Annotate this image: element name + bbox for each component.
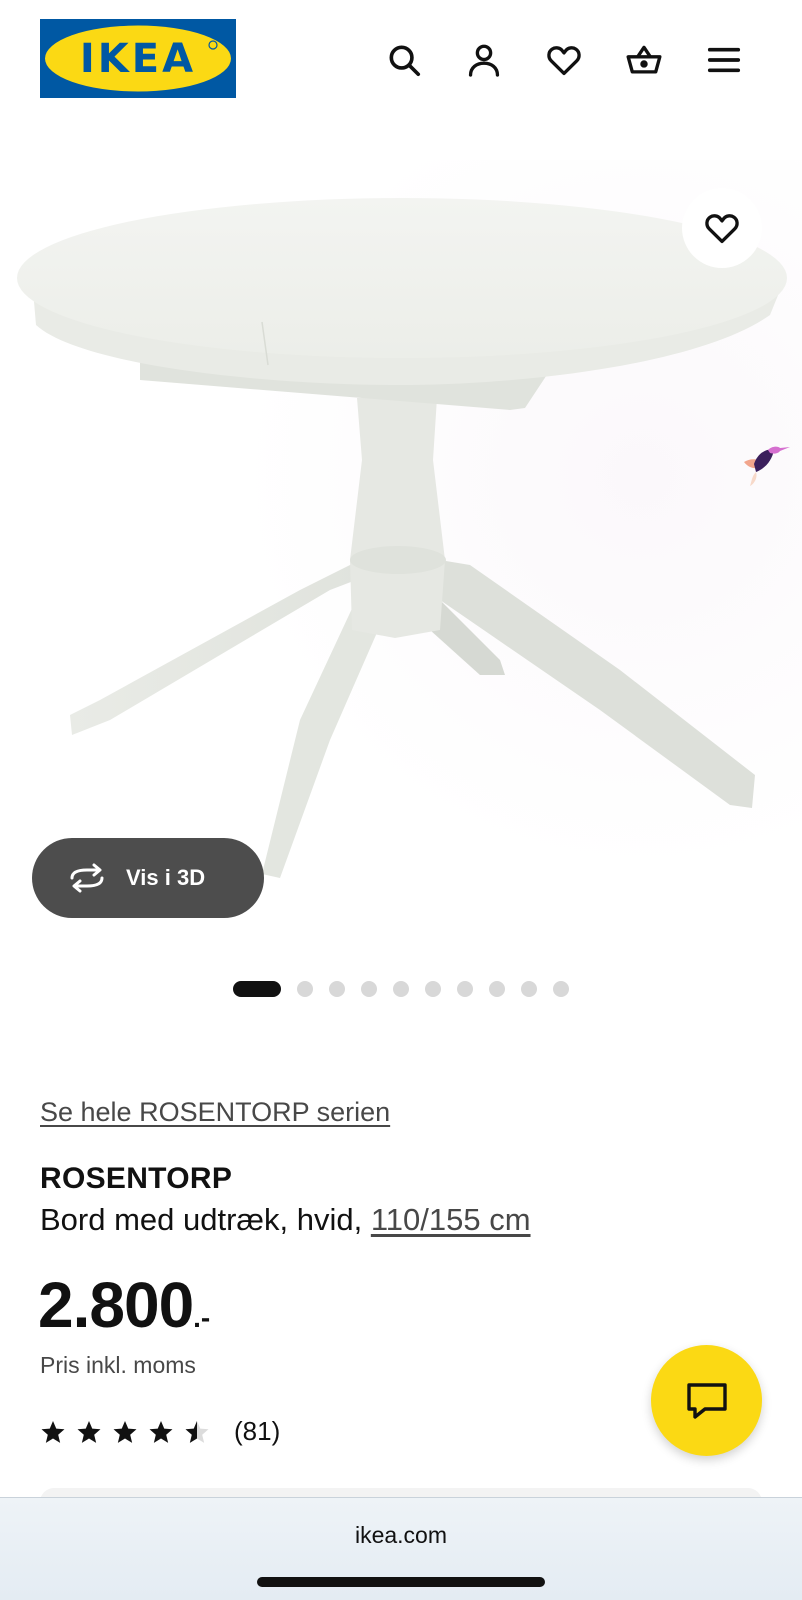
- price-suffix: .-: [193, 1302, 211, 1333]
- product-description-text: Bord med udtræk, hvid,: [40, 1202, 371, 1237]
- favourites-heart-icon[interactable]: [542, 38, 586, 82]
- url-field[interactable]: ikea.com: [0, 1522, 802, 1549]
- vat-note: Pris inkl. moms: [40, 1352, 196, 1378]
- gallery-dot[interactable]: [489, 981, 505, 997]
- dimensions-link[interactable]: 110/155 cm: [371, 1202, 531, 1237]
- site-header: IKEA: [0, 0, 802, 118]
- logo-text: IKEA: [80, 36, 196, 82]
- browser-address-bar: ikea.com: [0, 1497, 802, 1600]
- gallery-dot[interactable]: [297, 981, 313, 997]
- search-icon[interactable]: [382, 38, 426, 82]
- star-half-icon: [185, 1420, 209, 1443]
- gallery-dot[interactable]: [521, 981, 537, 997]
- review-count: (81): [234, 1416, 281, 1446]
- ikea-logo[interactable]: IKEA: [40, 19, 236, 98]
- gallery-dot[interactable]: [361, 981, 377, 997]
- gallery-dot[interactable]: [425, 981, 441, 997]
- menu-icon[interactable]: [702, 38, 746, 82]
- product-name: ROSENTORP: [40, 1162, 233, 1195]
- series-link[interactable]: Se hele ROSENTORP serien: [40, 1097, 390, 1128]
- product-image: [0, 160, 802, 950]
- gallery-pagination: [233, 981, 569, 997]
- product-price: 2.800.-: [38, 1268, 210, 1342]
- account-icon[interactable]: [462, 38, 506, 82]
- product-rating[interactable]: (81): [40, 1416, 280, 1447]
- view-in-3d-label: Vis i 3D: [126, 865, 206, 890]
- hummingbird-assistant-icon[interactable]: [740, 442, 790, 488]
- product-description: Bord med udtræk, hvid, 110/155 cm: [40, 1202, 531, 1238]
- heart-icon: [705, 214, 739, 244]
- basket-icon[interactable]: [622, 38, 666, 82]
- home-indicator[interactable]: [257, 1577, 545, 1587]
- gallery-dot[interactable]: [393, 981, 409, 997]
- chat-bubble-icon: [686, 1382, 727, 1419]
- view-in-3d-button[interactable]: Vis i 3D: [32, 838, 264, 918]
- gallery-dot-active[interactable]: [233, 981, 281, 997]
- rotate-3d-icon: [70, 863, 104, 893]
- star-full-icon: [113, 1420, 137, 1443]
- gallery-dot[interactable]: [553, 981, 569, 997]
- star-full-icon: [149, 1420, 173, 1443]
- save-to-favourites-button[interactable]: [682, 188, 762, 268]
- star-full-icon: [77, 1420, 101, 1443]
- gallery-dot[interactable]: [329, 981, 345, 997]
- star-full-icon: [41, 1420, 65, 1443]
- product-image-gallery[interactable]: Vis i 3D: [0, 160, 802, 950]
- price-integer: 2.800: [38, 1269, 194, 1341]
- chat-button[interactable]: [651, 1345, 762, 1456]
- gallery-dot[interactable]: [457, 981, 473, 997]
